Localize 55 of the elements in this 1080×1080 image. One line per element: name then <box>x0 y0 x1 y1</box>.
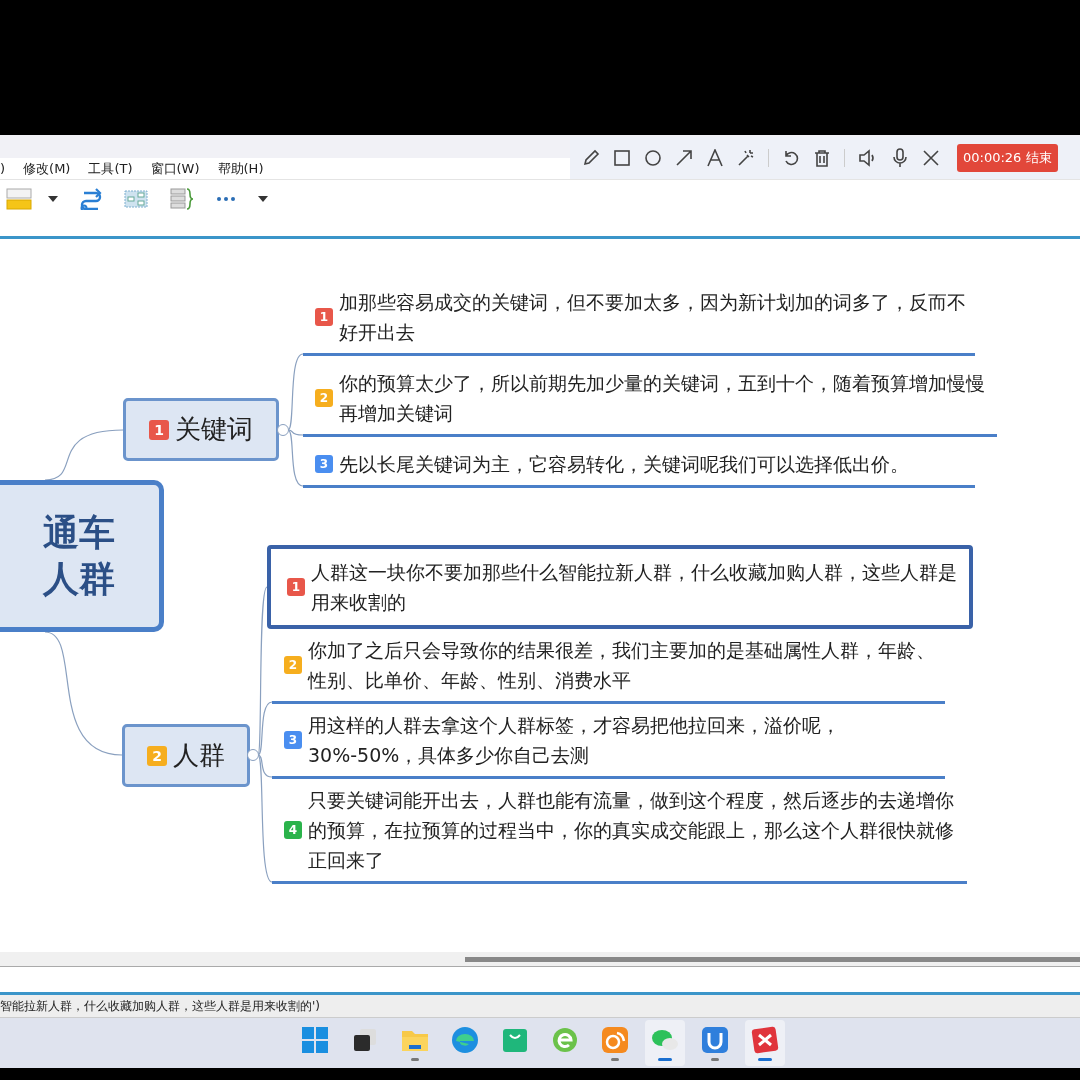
stop-recording-button[interactable]: 00:00:26 结束 <box>957 144 1058 172</box>
topic-text: 人群 <box>43 557 115 601</box>
pencil-icon[interactable] <box>582 149 600 167</box>
windows-logo-icon[interactable] <box>300 1025 330 1055</box>
caret-icon[interactable] <box>48 196 58 202</box>
main-topic[interactable]: 1 关键词 <box>123 398 279 461</box>
relationship-icon[interactable] <box>80 188 102 210</box>
microphone-icon[interactable] <box>891 148 909 168</box>
topic-text: 你加了之后只会导致你的结果很差，我们主要加的是基础属性人群，年龄、性别、比单价、年龄、性别、消费水平 <box>308 638 936 693</box>
priority-badge: 4 <box>284 821 302 839</box>
browser-icon[interactable] <box>450 1025 480 1055</box>
status-text: 智能拉新人群，什么收藏加购人群，这些人群是用来收割的') <box>0 997 320 1015</box>
priority-badge: 3 <box>284 731 302 749</box>
summary-icon[interactable] <box>170 188 194 210</box>
shield-app-icon[interactable] <box>700 1025 730 1055</box>
x-app-icon[interactable] <box>750 1025 780 1055</box>
horizontal-scrollbar[interactable] <box>0 952 1080 967</box>
more-icon[interactable] <box>216 196 236 202</box>
priority-badge: 1 <box>149 419 169 440</box>
topic-text: 人群这一块你不要加那些什么智能拉新人群，什么收藏加购人群，这些人群是用来收割的 <box>311 560 958 615</box>
topic-text: 你的预算太少了，所以前期先加少量的关键词，五到十个，随着预算增加慢慢再增加关键词 <box>339 371 986 426</box>
undo-icon[interactable] <box>782 149 800 167</box>
magic-wand-icon[interactable] <box>737 149 755 167</box>
topic-text: 通车 <box>43 511 115 555</box>
menu-item[interactable]: 帮助(H) <box>217 161 264 179</box>
circle-icon[interactable] <box>644 149 662 167</box>
topic-text: 人群 <box>173 739 225 772</box>
central-topic[interactable]: 通车 人群 <box>0 480 164 632</box>
topic-text: 用这样的人群去拿这个人群标签，才容易把他拉回来，溢价呢，30%-50%，具体多少你自己去测 <box>308 713 841 768</box>
close-icon[interactable] <box>922 149 940 167</box>
priority-badge: 2 <box>284 656 302 674</box>
caret-icon[interactable] <box>258 196 268 202</box>
subtopic[interactable]: 1 人群这一块你不要加那些什么智能拉新人群，什么收藏加购人群，这些人群是用来收割的 <box>267 545 973 629</box>
arrow-icon[interactable] <box>675 149 693 167</box>
menu-item[interactable]: 窗口(W) <box>150 161 200 179</box>
priority-badge: 1 <box>315 308 333 326</box>
priority-badge: 2 <box>315 389 333 407</box>
priority-badge: 1 <box>287 578 305 596</box>
topic-text: 加那些容易成交的关键词，但不要加太多，因为新计划加的词多了，反而不好开出去 <box>339 290 967 345</box>
rectangle-icon[interactable] <box>613 149 631 167</box>
e-browser-icon[interactable] <box>550 1025 580 1055</box>
menu-item[interactable]: ) <box>0 161 6 179</box>
trash-icon[interactable] <box>813 149 831 167</box>
priority-badge: 2 <box>147 745 167 766</box>
topic-text: 先以长尾关键词为主，它容易转化，关键词呢我们可以选择低出价。 <box>339 452 909 477</box>
topic-text: 关键词 <box>175 413 253 446</box>
menu-item[interactable]: 修改(M) <box>23 161 71 179</box>
squirrel-icon[interactable] <box>600 1025 630 1055</box>
main-topic[interactable]: 2 人群 <box>122 724 250 787</box>
boundary-icon[interactable] <box>124 189 148 209</box>
collapse-toggle[interactable] <box>277 424 289 436</box>
priority-badge: 3 <box>315 455 333 473</box>
menu-item[interactable]: 工具(T) <box>88 161 133 179</box>
topic-text: 只要关键词能开出去，人群也能有流量，做到这个程度，然后逐步的去递增你的预算，在拉预算的过程当中，你的真实成交能跟上，那么这个人群很快就修正回来了 <box>308 788 955 873</box>
text-icon[interactable] <box>706 149 724 167</box>
